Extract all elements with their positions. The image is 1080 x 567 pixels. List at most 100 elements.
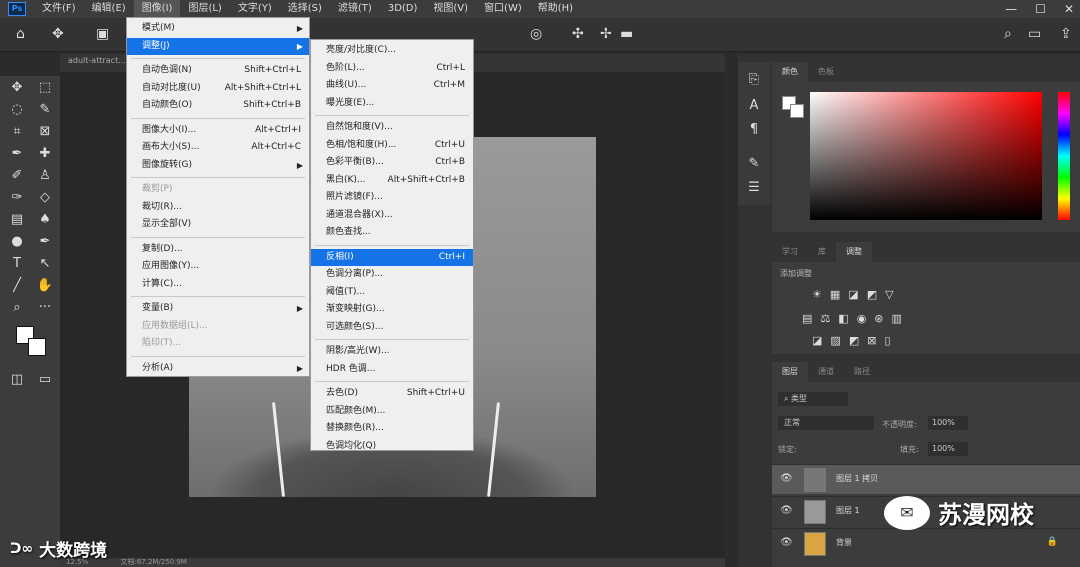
adjust-menu-item[interactable]: 阈值(T)...	[311, 284, 473, 301]
gradient-map-icon[interactable]: ⊠	[867, 334, 876, 347]
adjust-menu-item[interactable]: 亮度/对比度(C)...	[311, 42, 473, 59]
3d-orbit-icon[interactable]: ◎	[530, 26, 542, 42]
dodge-icon[interactable]: ●	[5, 232, 29, 252]
frame-icon[interactable]: ⊠	[33, 122, 57, 142]
image-menu-item[interactable]: 分析(A) ▶	[127, 360, 309, 377]
adjust-menu-item[interactable]: 色相/饱和度(H)... Ctrl+U	[311, 137, 473, 154]
brush-icon[interactable]: ✐	[5, 166, 29, 186]
crop-icon[interactable]: ⌗	[5, 122, 29, 142]
menu-filter[interactable]: 滤镜(T)	[330, 0, 380, 18]
brushes-icon[interactable]: ✎	[742, 154, 766, 174]
menu-file[interactable]: 文件(F)	[34, 0, 84, 18]
color-picker-field[interactable]	[810, 92, 1042, 220]
3d-pan-icon[interactable]: ✣	[572, 26, 584, 42]
more-tools-icon[interactable]: ···	[33, 298, 57, 318]
tab-libraries[interactable]: 库	[808, 242, 836, 262]
image-menu-item[interactable]: 计算(C)...	[127, 276, 309, 293]
opacity-field[interactable]: 100%	[928, 416, 968, 430]
menu-3d[interactable]: 3D(D)	[380, 0, 426, 18]
gradient-icon[interactable]: ▤	[5, 210, 29, 230]
history-icon[interactable]: ⎘	[742, 70, 766, 90]
curves-icon[interactable]: ◪	[848, 288, 858, 301]
image-menu-item[interactable]: 复制(D)...	[127, 241, 309, 258]
tab-learn[interactable]: 学习	[772, 242, 808, 262]
menu-help[interactable]: 帮助(H)	[530, 0, 581, 18]
eye-icon[interactable]: 👁	[780, 537, 793, 548]
adjust-menu-item[interactable]: 色调均化(Q)	[311, 438, 473, 455]
image-menu-item[interactable]: 自动色调(N) Shift+Ctrl+L	[127, 62, 309, 79]
paragraph-icon[interactable]: ¶	[742, 120, 766, 140]
tab-swatches[interactable]: 色板	[808, 62, 844, 82]
quick-select-icon[interactable]: ✎	[33, 100, 57, 120]
adjust-menu-item[interactable]: 颜色查找...	[311, 224, 473, 241]
hue-sat-icon[interactable]: ▤	[802, 312, 812, 325]
adjust-menu-item[interactable]: 渐变映射(G)...	[311, 301, 473, 318]
workspace-icon[interactable]: ▭	[1028, 26, 1041, 42]
line-icon[interactable]: ╱	[5, 276, 29, 296]
adjust-menu-item[interactable]: 替换颜色(R)...	[311, 420, 473, 437]
adjust-menu-item[interactable]: 曲线(U)... Ctrl+M	[311, 77, 473, 94]
tab-paths[interactable]: 路径	[844, 362, 880, 382]
layer-row[interactable]: 👁 图层 1 拷贝	[772, 464, 1080, 494]
blur-icon[interactable]: ♠	[33, 210, 57, 230]
tab-layers[interactable]: 图层	[772, 362, 808, 382]
adjust-menu-item[interactable]: 曝光度(E)...	[311, 95, 473, 112]
adjust-menu-item[interactable]: 黑白(K)... Alt+Shift+Ctrl+B	[311, 172, 473, 189]
properties-icon[interactable]: ☰	[742, 178, 766, 198]
adjust-menu-item[interactable]: 色彩平衡(B)... Ctrl+B	[311, 154, 473, 171]
black-white-icon[interactable]: ◧	[838, 312, 848, 325]
image-menu-item[interactable]: 图像大小(I)... Alt+Ctrl+I	[127, 122, 309, 139]
adjust-menu-item[interactable]: 通道混合器(X)...	[311, 207, 473, 224]
move-tool-icon[interactable]: ✥	[52, 26, 64, 42]
exposure-icon[interactable]: ◩	[867, 288, 877, 301]
minimize-icon[interactable]: —	[1005, 0, 1017, 18]
background-color-swatch[interactable]	[28, 338, 46, 356]
image-menu-item[interactable]: 图像旋转(G) ▶	[127, 157, 309, 174]
image-menu-item[interactable]: 裁切(R)...	[127, 199, 309, 216]
history-brush-icon[interactable]: ✑	[5, 188, 29, 208]
invert-icon[interactable]: ◪	[812, 334, 822, 347]
adjust-menu-item[interactable]: 阴影/高光(W)...	[311, 343, 473, 360]
pen-icon[interactable]: ✒	[33, 232, 57, 252]
color-balance-icon[interactable]: ⚖	[820, 312, 830, 325]
menu-view[interactable]: 视图(V)	[425, 0, 476, 18]
hand-icon[interactable]: ✋	[33, 276, 57, 296]
image-menu-item[interactable]: 应用图像(Y)...	[127, 258, 309, 275]
type-icon[interactable]: T	[5, 254, 29, 274]
quick-mask-icon[interactable]: ◫	[5, 370, 29, 390]
hue-slider[interactable]	[1058, 92, 1070, 220]
adjust-menu-item[interactable]: HDR 色调...	[311, 361, 473, 378]
image-menu-item[interactable]: 自动颜色(O) Shift+Ctrl+B	[127, 97, 309, 114]
eyedropper-icon[interactable]: ✒	[5, 144, 29, 164]
adjust-menu-item[interactable]: 自然饱和度(V)...	[311, 119, 473, 136]
eye-icon[interactable]: 👁	[780, 505, 793, 516]
adjust-menu-item[interactable]: 色阶(L)... Ctrl+L	[311, 60, 473, 77]
layer-filter-select[interactable]: ⌕ 类型	[778, 392, 848, 406]
menu-window[interactable]: 窗口(W)	[476, 0, 530, 18]
path-select-icon[interactable]: ↖	[33, 254, 57, 274]
eye-icon[interactable]: 👁	[780, 473, 793, 484]
vibrance-icon[interactable]: ▽	[885, 288, 893, 301]
auto-select-icon[interactable]: ▣	[96, 26, 109, 42]
image-menu-item[interactable]: 变量(B) ▶	[127, 300, 309, 317]
3d-camera-icon[interactable]: ▬	[620, 26, 633, 42]
share-icon[interactable]: ⇪	[1060, 26, 1072, 42]
menu-select[interactable]: 选择(S)	[280, 0, 330, 18]
menu-layer[interactable]: 图层(L)	[180, 0, 229, 18]
lasso-icon[interactable]: ◌	[5, 100, 29, 120]
layer-row[interactable]: 👁 背景 🔒	[772, 528, 1080, 558]
character-icon[interactable]: A	[742, 96, 766, 116]
adjust-menu-item[interactable]: 可选颜色(S)...	[311, 319, 473, 336]
threshold-icon[interactable]: ◩	[849, 334, 859, 347]
home-icon[interactable]: ⌂	[16, 26, 25, 42]
stamp-icon[interactable]: ♙	[33, 166, 57, 186]
close-icon[interactable]: ✕	[1064, 0, 1074, 18]
menu-type[interactable]: 文字(Y)	[230, 0, 280, 18]
3d-slide-icon[interactable]: ✢	[600, 26, 612, 42]
screen-mode-icon[interactable]: ▭	[33, 370, 57, 390]
adjust-menu-item[interactable]: 色调分离(P)...	[311, 266, 473, 283]
posterize-icon[interactable]: ▨	[830, 334, 840, 347]
healing-icon[interactable]: ✚	[33, 144, 57, 164]
zoom-icon[interactable]: ⌕	[5, 298, 29, 318]
blend-mode-select[interactable]: 正常	[778, 416, 874, 430]
